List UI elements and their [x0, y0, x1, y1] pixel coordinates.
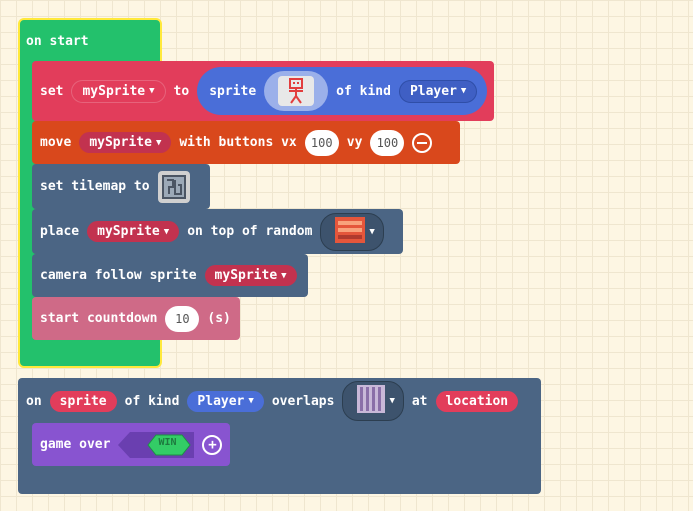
overlap-sprite-var-label: sprite: [59, 393, 107, 409]
game-over-block[interactable]: game over WIN +: [32, 423, 230, 466]
place-sprite-var-label: mySprite: [97, 224, 160, 239]
place-label: place: [40, 224, 80, 239]
start-countdown-block[interactable]: start countdown 10 (s): [32, 297, 240, 340]
chevron-down-icon: ▼: [281, 270, 287, 281]
with-buttons-vx-label: with buttons vx: [179, 135, 297, 150]
place-on-top-of-random-block[interactable]: place mySprite ▼ on top of random ▼: [32, 209, 403, 254]
overlap-sprite-var-dropdown[interactable]: sprite: [49, 390, 117, 412]
at-label: at: [411, 393, 428, 409]
overlaps-label: overlaps: [271, 393, 335, 409]
set-tilemap-block[interactable]: set tilemap to: [32, 164, 210, 209]
kind-label: Player: [409, 83, 457, 99]
camera-follow-label: camera follow sprite: [40, 268, 197, 283]
set-sprite-var-label: mySprite: [82, 83, 146, 99]
location-var-dropdown[interactable]: location: [435, 390, 519, 412]
on-label: on: [26, 393, 42, 409]
kind-dropdown[interactable]: Player ▼: [398, 79, 478, 103]
vy-input[interactable]: 100: [370, 129, 405, 156]
overlap-kind-label: Player: [197, 393, 245, 409]
on-start-label: on start: [26, 34, 89, 49]
tilemap-picker-icon[interactable]: [157, 170, 190, 203]
vy-label: vy: [346, 135, 363, 150]
place-sprite-var-dropdown[interactable]: mySprite ▼: [87, 221, 180, 242]
chevron-down-icon: ▼: [248, 396, 254, 406]
set-tilemap-label: set tilemap to: [40, 179, 150, 194]
chevron-down-icon: ▼: [155, 137, 162, 148]
tile-picker-dropdown[interactable]: ▼: [320, 212, 384, 251]
sprite-image-picker[interactable]: [264, 71, 329, 111]
tile-fence-icon: [357, 385, 386, 417]
chevron-down-icon: ▼: [149, 86, 155, 96]
remove-minus-icon[interactable]: [412, 132, 433, 153]
sprite-of-kind-reporter[interactable]: sprite of kind Player ▼: [197, 67, 488, 115]
sprite-image-icon: [278, 76, 315, 106]
seconds-unit-label: (s): [207, 311, 231, 326]
move-sprite-var-label: mySprite: [89, 135, 152, 150]
game-over-label: game over: [40, 437, 111, 452]
chevron-down-icon: ▼: [369, 226, 375, 237]
overlap-of-kind-label: of kind: [124, 393, 180, 409]
chevron-down-icon: ▼: [389, 396, 395, 406]
overlap-kind-dropdown[interactable]: Player ▼: [187, 390, 264, 412]
overlap-tile-picker-dropdown[interactable]: ▼: [342, 381, 404, 421]
chevron-down-icon: ▼: [163, 226, 170, 237]
camera-sprite-var-label: mySprite: [214, 268, 278, 283]
vx-input[interactable]: 100: [304, 129, 339, 156]
set-sprite-var-dropdown[interactable]: mySprite ▼: [71, 79, 166, 103]
move-label: move: [40, 135, 72, 150]
chevron-down-icon: ▼: [460, 86, 467, 96]
move-with-buttons-block[interactable]: move mySprite ▼ with buttons vx 100 vy 1…: [32, 121, 460, 164]
on-top-of-random-label: on top of random: [187, 224, 313, 239]
move-sprite-var-dropdown[interactable]: mySprite ▼: [79, 132, 172, 153]
start-countdown-label: start countdown: [40, 311, 158, 326]
overlap-header-row: on sprite of kind Player ▼ overlaps ▼ at: [26, 381, 519, 421]
camera-sprite-var-dropdown[interactable]: mySprite ▼: [204, 265, 297, 286]
win-toggle[interactable]: WIN: [118, 431, 195, 458]
add-plus-icon[interactable]: +: [202, 434, 223, 455]
to-label: to: [173, 83, 190, 99]
win-label: WIN: [158, 436, 177, 448]
camera-follow-block[interactable]: camera follow sprite mySprite ▼: [32, 254, 308, 297]
sprite-label: sprite: [209, 83, 257, 99]
of-kind-label: of kind: [336, 83, 391, 99]
set-sprite-block[interactable]: set mySprite ▼ to sprite of kind Player: [32, 61, 494, 121]
location-var-label: location: [445, 393, 509, 409]
tile-brick-icon: [335, 216, 366, 247]
set-label: set: [40, 83, 64, 99]
countdown-value-input[interactable]: 10: [165, 305, 200, 332]
